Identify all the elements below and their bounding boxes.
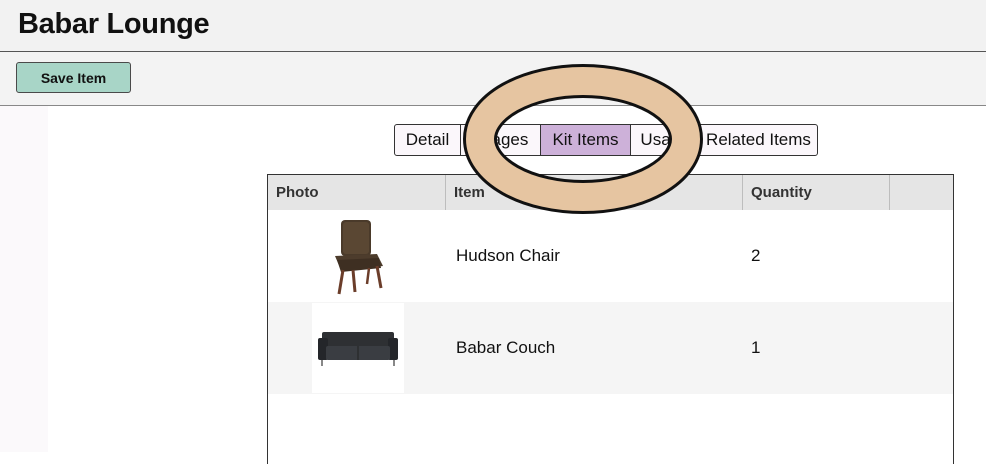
table-header: Photo Item Quantity [268, 175, 953, 210]
column-header-photo[interactable]: Photo [268, 175, 446, 210]
left-panel [0, 106, 48, 452]
tab-bar: Detail Images Kit Items Usage Related It… [394, 124, 818, 156]
save-item-button[interactable]: Save Item [16, 62, 131, 93]
tab-usage[interactable]: Usage [630, 124, 700, 156]
couch-icon [318, 332, 398, 366]
column-header-item[interactable]: Item [446, 175, 743, 210]
item-quantity: 2 [751, 246, 761, 265]
photo-cell [312, 302, 404, 394]
column-header-quantity[interactable]: Quantity [743, 175, 890, 210]
kit-items-table: Photo Item Quantity Hudson Chair 2 Babar… [267, 174, 954, 464]
page-title: Babar Lounge [18, 8, 210, 40]
chair-icon [335, 220, 383, 295]
table-row[interactable]: Babar Couch 1 [268, 302, 953, 394]
toolbar: Save Item [0, 52, 986, 106]
photo-cell [312, 210, 404, 302]
table-row[interactable]: Hudson Chair 2 [268, 210, 953, 302]
item-name: Hudson Chair [456, 246, 560, 265]
tab-related-items[interactable]: Related Items [699, 124, 818, 156]
tab-detail[interactable]: Detail [394, 124, 461, 156]
page-header: Babar Lounge [0, 0, 986, 52]
tab-kit-items[interactable]: Kit Items [540, 124, 631, 156]
item-quantity: 1 [751, 338, 761, 357]
column-header-extra [890, 175, 953, 210]
item-name: Babar Couch [456, 338, 556, 357]
tab-images[interactable]: Images [460, 124, 541, 156]
